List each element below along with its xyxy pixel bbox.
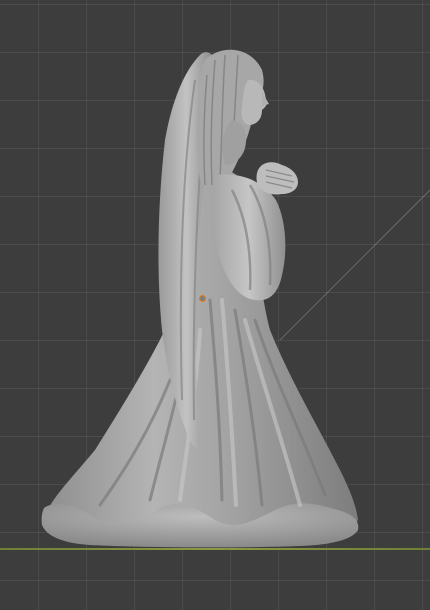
3d-viewport[interactable] bbox=[0, 0, 430, 610]
object-origin-marker[interactable] bbox=[199, 295, 206, 302]
nose bbox=[262, 92, 269, 106]
angel-sculpture-mesh[interactable] bbox=[0, 0, 430, 610]
robe bbox=[44, 168, 358, 544]
